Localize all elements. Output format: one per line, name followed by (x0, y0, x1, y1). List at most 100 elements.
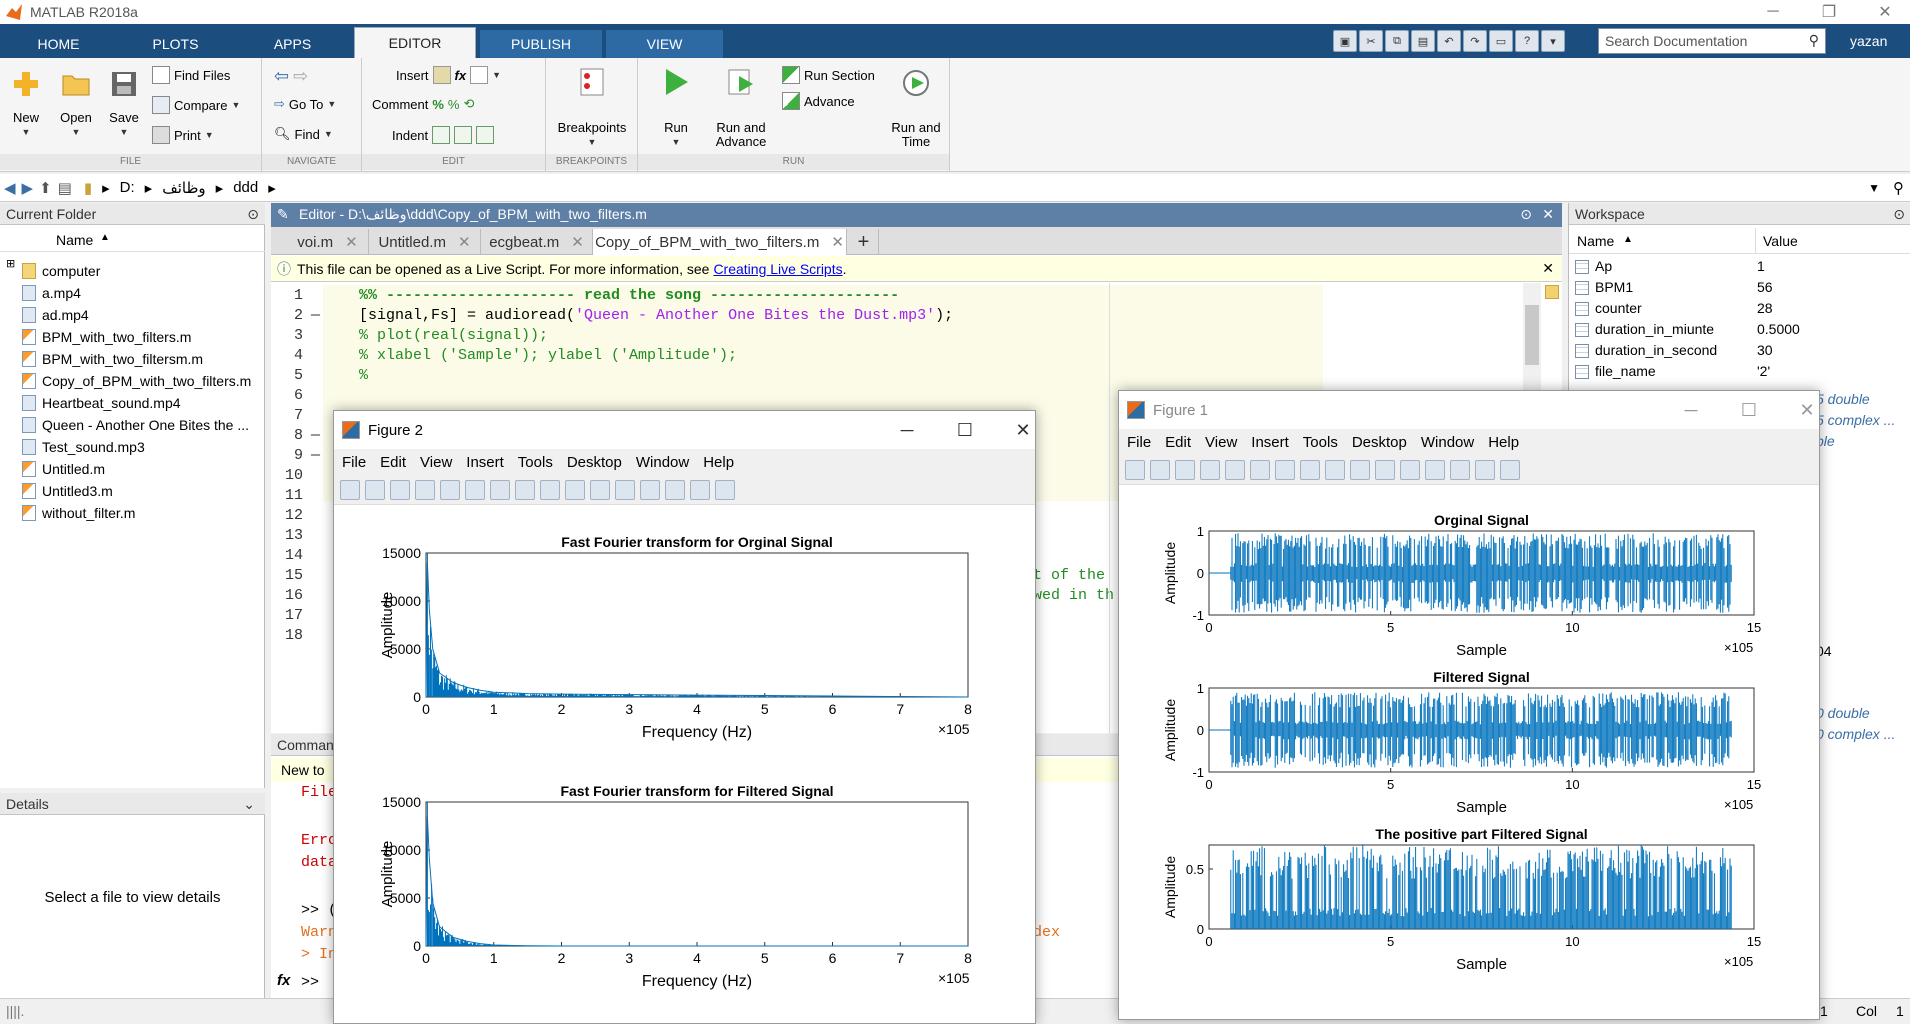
menu-item-help[interactable]: Help (1488, 434, 1519, 451)
search-icon[interactable]: ⚲ (1893, 179, 1904, 197)
new-button[interactable]: New ▼ (6, 68, 46, 139)
zoom-in-icon[interactable] (465, 479, 485, 500)
brush-icon[interactable] (590, 479, 610, 500)
print-icon[interactable] (415, 479, 435, 500)
menu-item-file[interactable]: File (1127, 434, 1151, 451)
chevron-down-icon[interactable]: ▾ (1541, 30, 1565, 52)
insert-button[interactable]: Insert fx ▼ (396, 66, 501, 84)
menu-item-edit[interactable]: Edit (380, 454, 406, 471)
zoom-out-icon[interactable] (490, 479, 510, 500)
data-cursor-icon[interactable] (1350, 459, 1370, 480)
print-icon[interactable] (1200, 459, 1220, 480)
up-folder-icon[interactable]: ⬆ (39, 179, 52, 197)
save-icon[interactable]: ▣ (1333, 30, 1357, 52)
menu-item-help[interactable]: Help (703, 454, 734, 471)
workspace-row[interactable]: file_name '2' (1569, 363, 1910, 384)
workspace-row[interactable]: duration_in_second 30 (1569, 342, 1910, 363)
print-button[interactable]: Print ▼ (152, 126, 214, 144)
compare-button[interactable]: Compare ▼ (152, 96, 240, 114)
figure-2-window[interactable]: Figure 2 ─ ☐ ✕ File Edit View Insert Tools De… (333, 410, 1036, 1024)
colorbar-icon[interactable] (1425, 459, 1445, 480)
workspace-row[interactable]: BPM1 56 (1569, 279, 1910, 300)
breakpoint-marker[interactable]: — (311, 447, 320, 464)
pointer-icon[interactable] (1225, 459, 1245, 480)
back-arrow-icon[interactable]: ◀ (4, 179, 16, 197)
link-icon[interactable] (1400, 459, 1420, 480)
insert-function-icon[interactable] (470, 66, 489, 84)
zoom-out-icon[interactable] (1275, 459, 1295, 480)
data-cursor-icon[interactable] (565, 479, 585, 500)
decrease-indent-icon[interactable] (476, 126, 495, 144)
maximize-icon[interactable]: ☐ (945, 411, 985, 449)
file-list-item[interactable]: without_filter.m (22, 502, 135, 524)
open-button[interactable]: Open ▼ (54, 68, 98, 139)
forward-arrow-icon[interactable]: ▶ (22, 179, 34, 197)
save-button[interactable]: Save ▼ (104, 68, 144, 139)
workspace-row[interactable]: duration_in_miunte 0.5000 (1569, 321, 1910, 342)
column-header[interactable]: Name ▲ (0, 228, 265, 252)
save-icon[interactable] (1175, 459, 1195, 480)
menu-item-view[interactable]: View (420, 454, 452, 471)
function-icon[interactable]: fx (455, 68, 467, 83)
new-figure-icon[interactable] (1125, 459, 1145, 480)
tab-plots[interactable]: PLOTS (117, 30, 234, 58)
advance-button[interactable]: Advance (782, 92, 855, 110)
file-list-item[interactable]: a.mp4 (22, 282, 81, 304)
minimize-icon[interactable]: ─ (1671, 391, 1711, 429)
pan-icon[interactable] (515, 479, 535, 500)
breadcrumb-folder[interactable]: وظائف (162, 179, 205, 197)
search-icon[interactable]: ⚲ (1809, 32, 1819, 49)
restore-icon[interactable]: ❐ (1806, 0, 1852, 24)
tab-apps[interactable]: APPS (234, 30, 351, 58)
close-icon[interactable]: ✕ (345, 233, 358, 251)
menu-item-insert[interactable]: Insert (466, 454, 504, 471)
colorbar-icon[interactable] (640, 479, 660, 500)
breakpoints-button[interactable]: Breakpoints ▼ (552, 66, 632, 149)
cut-icon[interactable]: ✂ (1359, 30, 1383, 52)
workspace-row[interactable]: Ap 1 (1569, 258, 1910, 279)
close-icon[interactable]: ✕ (1787, 391, 1827, 429)
zoom-in-icon[interactable] (1250, 459, 1270, 480)
details-header[interactable]: Details ⌄ (0, 793, 265, 815)
menu-item-tools[interactable]: Tools (518, 454, 553, 471)
editor-tab[interactable]: ecgbeat.m ✕ (481, 229, 593, 255)
file-list-item[interactable]: BPM_with_two_filters.m (22, 326, 191, 348)
panel-menu-icon[interactable]: ⊙ (1520, 206, 1532, 223)
rotate-icon[interactable] (540, 479, 560, 500)
open-file-icon[interactable] (1150, 459, 1170, 480)
close-icon[interactable]: ✕ (1542, 206, 1554, 223)
find-button[interactable]: 🔍︎ Find ▼ (274, 126, 333, 142)
run-section-button[interactable]: Run Section (782, 66, 875, 84)
file-list-item[interactable]: ad.mp4 (22, 304, 89, 326)
hide-plot-tools-icon[interactable] (690, 479, 710, 500)
close-icon[interactable]: ✕ (571, 233, 584, 251)
panel-menu-icon[interactable]: ⊙ (247, 206, 259, 223)
link-icon[interactable] (615, 479, 635, 500)
forward-arrow-icon[interactable]: ⇨ (293, 66, 308, 87)
uncomment-icon[interactable]: % (448, 97, 460, 112)
expand-icon[interactable]: ⊞ (6, 257, 15, 270)
undo-icon[interactable]: ↶ (1437, 30, 1461, 52)
menu-item-window[interactable]: Window (636, 454, 689, 471)
close-icon[interactable]: ✕ (458, 233, 471, 251)
smart-indent-icon[interactable] (432, 126, 451, 144)
indent-button[interactable]: Indent (392, 126, 495, 144)
user-account[interactable]: yazan (1850, 33, 1887, 49)
function-browser-icon[interactable]: fx (277, 972, 290, 989)
workspace-column-header[interactable]: Name ▲ Value (1569, 228, 1910, 254)
menu-item-edit[interactable]: Edit (1165, 434, 1191, 451)
editor-tab[interactable]: Untitled.m ✕ (369, 229, 481, 255)
figure-1-window[interactable]: Figure 1 ─ ☐ ✕ File Edit View Insert Tools De… (1118, 390, 1820, 1020)
tab-home[interactable]: HOME (0, 30, 117, 58)
command-prompt[interactable]: >> (301, 974, 319, 991)
pointer-icon[interactable] (440, 479, 460, 500)
maximize-icon[interactable]: ☐ (1729, 391, 1769, 429)
copy-icon[interactable]: ⧉ (1385, 30, 1409, 52)
close-icon[interactable]: ✕ (1862, 0, 1908, 24)
editor-tab-active[interactable]: Copy_of_BPM_with_two_filters.m ✕ (593, 229, 847, 255)
file-list-item[interactable]: Test_sound.mp3 (22, 436, 145, 458)
increase-indent-icon[interactable] (454, 126, 473, 144)
breakpoint-marker[interactable]: — (311, 427, 320, 444)
show-plot-tools-icon[interactable] (1500, 459, 1520, 480)
run-and-advance-button[interactable]: Run and Advance (708, 66, 774, 149)
